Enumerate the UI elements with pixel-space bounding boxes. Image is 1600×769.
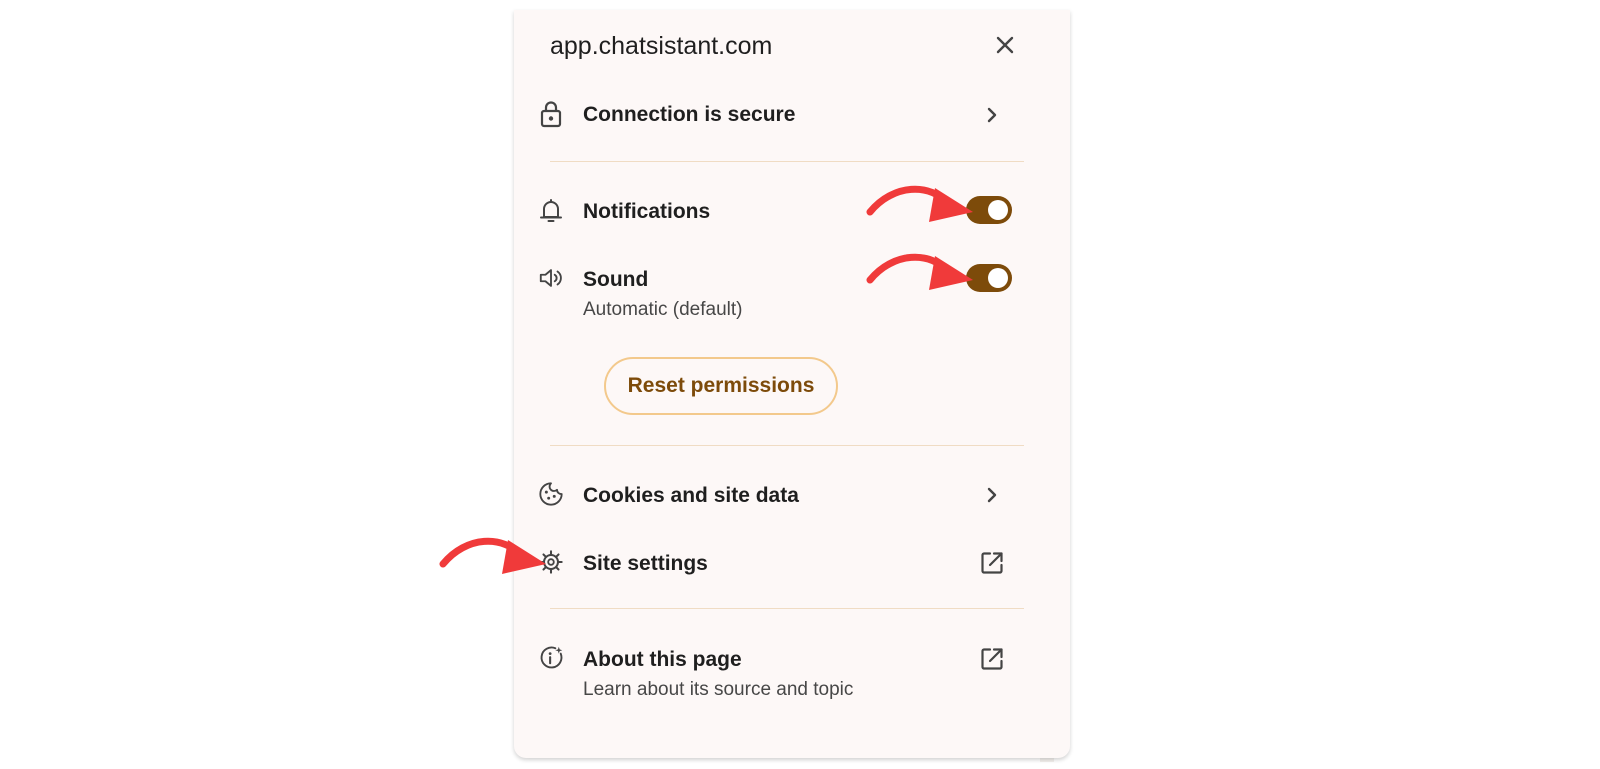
about-page-label: About this page bbox=[583, 648, 742, 671]
sound-label: Sound bbox=[583, 268, 649, 291]
toggle-knob bbox=[988, 200, 1008, 220]
notifications-label: Notifications bbox=[583, 200, 711, 223]
reset-permissions-button[interactable]: Reset permissions bbox=[604, 357, 838, 415]
toggle-knob bbox=[988, 268, 1008, 288]
site-settings-label: Site settings bbox=[583, 552, 708, 575]
open-external-icon bbox=[978, 549, 1006, 577]
about-page-sublabel: Learn about its source and topic bbox=[583, 679, 854, 700]
chevron-right-icon bbox=[978, 481, 1006, 509]
close-button[interactable] bbox=[990, 30, 1020, 60]
cookies-label: Cookies and site data bbox=[583, 484, 799, 507]
divider bbox=[550, 161, 1024, 162]
connection-label: Connection is secure bbox=[583, 103, 796, 126]
divider bbox=[550, 445, 1024, 446]
bell-icon bbox=[538, 198, 564, 224]
lock-icon bbox=[538, 101, 564, 128]
site-domain-title: app.chatsistant.com bbox=[550, 32, 773, 60]
annotation-arrow-icon bbox=[866, 185, 973, 222]
divider bbox=[550, 608, 1024, 609]
sound-sublabel: Automatic (default) bbox=[583, 299, 743, 320]
annotation-arrow-icon bbox=[866, 253, 973, 290]
info-icon bbox=[538, 645, 564, 671]
cookie-icon bbox=[538, 481, 564, 507]
site-info-popup: app.chatsistant.com Connection is secure… bbox=[514, 10, 1070, 758]
chevron-right-icon bbox=[978, 101, 1006, 129]
speaker-icon bbox=[538, 265, 564, 291]
open-external-icon bbox=[978, 645, 1006, 673]
annotation-arrow-icon bbox=[439, 537, 546, 574]
close-icon bbox=[996, 36, 1014, 54]
